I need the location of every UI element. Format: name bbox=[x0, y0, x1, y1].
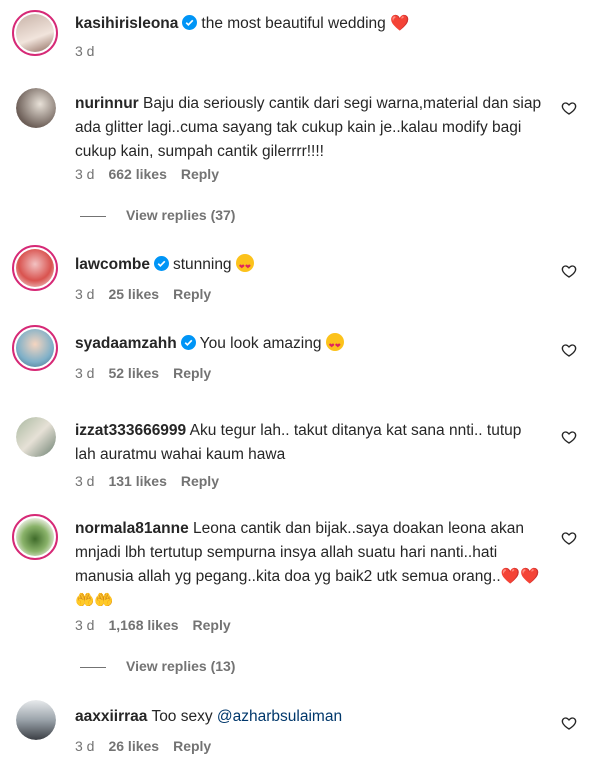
heart-eyes-emoji-icon bbox=[235, 254, 254, 280]
comment-meta: 3 d 1,168 likes Reply bbox=[75, 617, 245, 633]
likes-count[interactable]: 25 likes bbox=[108, 286, 159, 302]
comment-body: aaxxiirraa Too sexy @azharbsulaiman bbox=[75, 705, 545, 729]
comment-meta: 3 d 26 likes Reply bbox=[75, 738, 225, 754]
likes-count[interactable]: 26 likes bbox=[108, 738, 159, 754]
timestamp[interactable]: 3 d bbox=[75, 738, 94, 754]
timestamp[interactable]: 3 d bbox=[75, 166, 94, 182]
verified-badge-icon bbox=[182, 15, 198, 30]
verified-badge-icon bbox=[180, 335, 196, 350]
likes-count[interactable]: 662 likes bbox=[108, 166, 166, 182]
likes-count[interactable]: 52 likes bbox=[108, 365, 159, 381]
like-heart-icon[interactable] bbox=[561, 530, 577, 546]
comment-body: nurinnur Baju dia seriously cantik dari … bbox=[75, 92, 545, 164]
like-heart-icon[interactable] bbox=[561, 429, 577, 445]
comment-meta: 3 d 662 likes Reply bbox=[75, 166, 233, 182]
username[interactable]: syadaamzahh bbox=[75, 335, 177, 352]
heart-eyes-emoji-icon bbox=[325, 333, 344, 359]
likes-count[interactable]: 1,168 likes bbox=[108, 617, 178, 633]
comment-meta: 3 d 25 likes Reply bbox=[75, 286, 225, 302]
timestamp[interactable]: 3 d bbox=[75, 617, 94, 633]
username[interactable]: aaxxiirraa bbox=[75, 708, 147, 725]
comment-body: kasihirisleona the most beautiful wedding… bbox=[75, 12, 545, 36]
comment-text: the most beautiful wedding bbox=[201, 15, 391, 32]
view-replies-label: View replies (37) bbox=[126, 207, 236, 223]
replies-divider bbox=[80, 215, 106, 217]
avatar[interactable] bbox=[16, 417, 56, 457]
comment-body: izzat333666999 Aku tegur lah.. takut dit… bbox=[75, 419, 545, 467]
username[interactable]: nurinnur bbox=[75, 95, 139, 112]
timestamp[interactable]: 3 d bbox=[75, 286, 94, 302]
reply-button[interactable]: Reply bbox=[181, 166, 219, 182]
comment-text: Too sexy bbox=[151, 708, 217, 725]
comment-emoji: ❤️ bbox=[390, 15, 410, 32]
avatar[interactable] bbox=[16, 88, 56, 128]
reply-button[interactable]: Reply bbox=[173, 738, 211, 754]
avatar[interactable] bbox=[12, 325, 58, 371]
username[interactable]: lawcombe bbox=[75, 256, 150, 273]
avatar[interactable] bbox=[12, 514, 58, 560]
timestamp[interactable]: 3 d bbox=[75, 365, 94, 381]
comment-meta: 3 d 131 likes Reply bbox=[75, 473, 233, 489]
reply-button[interactable]: Reply bbox=[173, 286, 211, 302]
username[interactable]: kasihirisleona bbox=[75, 15, 178, 32]
comment-body: normala81anne Leona cantik dan bijak..sa… bbox=[75, 517, 545, 613]
likes-count[interactable]: 131 likes bbox=[108, 473, 166, 489]
comment-body: lawcombe stunning bbox=[75, 253, 545, 280]
comment-text: You look amazing bbox=[199, 335, 326, 352]
avatar[interactable] bbox=[12, 245, 58, 291]
username[interactable]: izzat333666999 bbox=[75, 422, 186, 439]
like-heart-icon[interactable] bbox=[561, 715, 577, 731]
reply-button[interactable]: Reply bbox=[181, 473, 219, 489]
timestamp[interactable]: 3 d bbox=[75, 473, 94, 489]
comment-text: Baju dia seriously cantik dari segi warn… bbox=[75, 95, 542, 160]
view-replies-label: View replies (13) bbox=[126, 658, 236, 674]
comment-meta: 3 d 52 likes Reply bbox=[75, 365, 225, 381]
comment-meta: 3 d bbox=[75, 43, 108, 59]
comment-body: syadaamzahh You look amazing bbox=[75, 332, 545, 359]
verified-badge-icon bbox=[153, 256, 169, 271]
reply-button[interactable]: Reply bbox=[193, 617, 231, 633]
comment-text: stunning bbox=[172, 256, 236, 273]
reply-button[interactable]: Reply bbox=[173, 365, 211, 381]
view-replies-button[interactable]: View replies (37) bbox=[80, 207, 235, 223]
mention-link[interactable]: @azharbsulaiman bbox=[217, 708, 342, 725]
avatar[interactable] bbox=[16, 700, 56, 740]
like-heart-icon[interactable] bbox=[561, 100, 577, 116]
timestamp[interactable]: 3 d bbox=[75, 43, 94, 59]
like-heart-icon[interactable] bbox=[561, 342, 577, 358]
replies-divider bbox=[80, 666, 106, 668]
username[interactable]: normala81anne bbox=[75, 520, 189, 537]
like-heart-icon[interactable] bbox=[561, 263, 577, 279]
view-replies-button[interactable]: View replies (13) bbox=[80, 658, 235, 674]
avatar[interactable] bbox=[12, 10, 58, 56]
